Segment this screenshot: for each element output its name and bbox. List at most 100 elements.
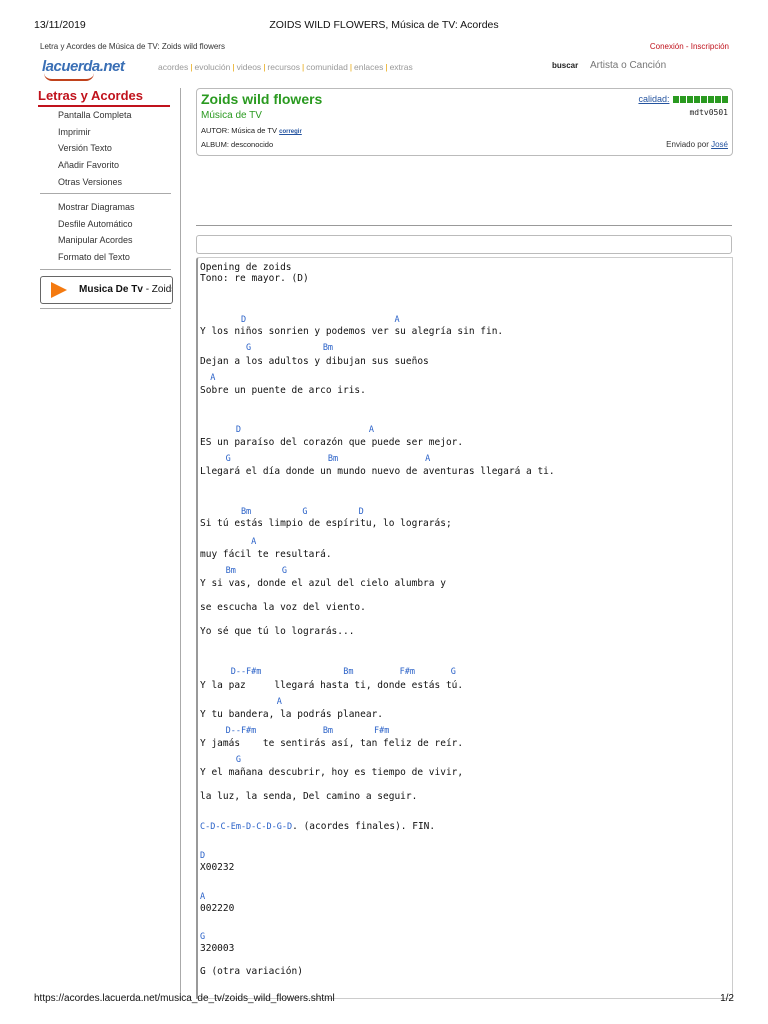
nav-separator: |: [263, 62, 266, 72]
lyric-line: Tono: re mayor. (D): [200, 273, 309, 284]
divider: [40, 308, 171, 309]
lyric-line: ES un paraíso del corazón que puede ser …: [200, 437, 464, 448]
sidebar-title: Letras y Acordes: [38, 88, 144, 103]
quality-dot: [701, 95, 707, 103]
quality-rating: calidad:: [638, 94, 728, 105]
submitted-by: Enviado por José: [666, 140, 728, 149]
lyric-line: Y el mañana descubrir, hoy es tiempo de …: [200, 767, 464, 778]
nav-2[interactable]: videos: [237, 62, 262, 72]
radio-name: Musica De Tv: [79, 284, 143, 295]
radio-player[interactable]: Musica De Tv - Zoids wild flowers: [40, 276, 173, 304]
quality-dot: [680, 95, 686, 103]
main-nav: acordes | evolución | videos | recursos | comuni…: [158, 62, 413, 72]
sidebar-item[interactable]: Versión Texto: [58, 143, 112, 153]
site-logo[interactable]: lacuerda.net: [42, 58, 125, 81]
lyric-line: Dejan a los adultos y dibujan sus sueños: [200, 356, 429, 367]
footer-url: https://acordes.lacuerda.net/musica_de_t…: [34, 993, 335, 1004]
sidebar-item[interactable]: Otras Versiones: [58, 177, 122, 187]
album-label: ALBUM:: [201, 140, 229, 149]
album-row: ALBUM: desconocido: [201, 140, 273, 149]
submitted-label: Enviado por: [666, 140, 709, 149]
divider: [196, 225, 732, 226]
corregir-link[interactable]: corregir: [279, 129, 302, 135]
divider: [40, 269, 171, 270]
search-input[interactable]: [590, 60, 710, 71]
quality-dot: [715, 95, 721, 103]
sidebar-item[interactable]: Mostrar Diagramas: [58, 202, 135, 212]
divider: [180, 88, 181, 1000]
lyric-line: Llegará el día donde un mundo nuevo de a…: [200, 466, 555, 477]
song-header: Zoids wild flowers Música de TV AUTOR: M…: [196, 88, 733, 156]
chord-line: D A: [200, 315, 400, 325]
search-label: buscar: [552, 61, 579, 70]
lyric-text: . (acordes finales). FIN.: [292, 821, 436, 832]
lyric-line: Y si vas, donde el azul del cielo alumbr…: [200, 578, 446, 589]
quality-dot: [687, 95, 693, 103]
lyric-line: Y tu bandera, la podrás planear.: [200, 709, 384, 720]
song-code: mdtv0501: [689, 108, 728, 117]
chord-line: D A: [200, 425, 374, 435]
chord-line: G: [200, 932, 206, 942]
autor-row: AUTOR: Música de TV corregir: [201, 126, 302, 135]
login-link[interactable]: Conexión - Inscripción: [650, 42, 729, 51]
nav-separator: |: [190, 62, 193, 72]
artist-link[interactable]: Música de TV: [201, 110, 262, 121]
chord-line: Bm G D: [200, 507, 364, 517]
sidebar-item[interactable]: Desfile Automático: [58, 219, 133, 229]
sidebar-item[interactable]: Imprimir: [58, 127, 91, 137]
nav-0[interactable]: acordes: [158, 62, 188, 72]
sidebar-item[interactable]: Manipular Acordes: [58, 235, 133, 245]
lyric-line: X00232: [200, 862, 235, 873]
quality-dot: [708, 95, 714, 103]
play-icon[interactable]: [51, 282, 67, 298]
lyric-line: Y la paz llegará hasta ti, donde estás t…: [200, 680, 464, 691]
divider: [40, 193, 171, 194]
nav-5[interactable]: enlaces: [354, 62, 383, 72]
quality-dot: [722, 95, 728, 103]
chord-line: A: [200, 537, 257, 547]
user-link[interactable]: José: [711, 140, 728, 149]
sidebar-item[interactable]: Pantalla Completa: [58, 110, 132, 120]
chord-line: A: [200, 697, 282, 707]
final-chords-line: C-D-C-Em-D-C-D-G-D. (acordes finales). F…: [200, 821, 435, 833]
divider: [38, 105, 170, 107]
chord-line: D--F#m Bm F#m: [200, 726, 390, 736]
chord-sequence: C-D-C-Em-D-C-D-G-D: [200, 822, 293, 832]
chord-line: G: [200, 755, 241, 765]
lyric-line: Sobre un puente de arco iris.: [200, 385, 366, 396]
lyric-line: Y jamás te sentirás así, tan feliz de re…: [200, 738, 464, 749]
autor-value: Música de TV: [231, 126, 278, 135]
nav-1[interactable]: evolución: [194, 62, 230, 72]
print-title: ZOIDS WILD FLOWERS, Música de TV: Acorde…: [269, 19, 499, 31]
chord-line: A: [200, 892, 206, 902]
song-title: Zoids wild flowers: [201, 91, 323, 107]
chord-line: A: [200, 373, 216, 383]
nav-3[interactable]: recursos: [267, 62, 300, 72]
lyric-line: G (otra variación): [200, 966, 303, 977]
radio-song: - Zoids wild flowers: [145, 284, 172, 295]
autor-label: AUTOR:: [201, 126, 230, 135]
nav-separator: |: [302, 62, 305, 72]
chord-line: G Bm A: [200, 454, 431, 464]
nav-separator: |: [349, 62, 353, 72]
nav-separator: |: [385, 62, 388, 72]
lyric-line: Yo sé que tú lo lograrás...: [200, 626, 355, 637]
chord-line: D--F#m Bm F#m G: [200, 667, 456, 677]
chord-line: Bm G: [200, 566, 287, 576]
empty-panel: [196, 235, 732, 254]
breadcrumb: Letra y Acordes de Música de TV: Zoids w…: [40, 42, 225, 51]
lyric-line: 002220: [200, 903, 235, 914]
chord-line: G Bm: [200, 343, 334, 353]
sidebar-item[interactable]: Añadir Favorito: [58, 160, 119, 170]
lyric-line: se escucha la voz del viento.: [200, 602, 366, 613]
sidebar-item[interactable]: Formato del Texto: [58, 252, 130, 262]
lyric-line: muy fácil te resultará.: [200, 549, 332, 560]
lyric-line: la luz, la senda, Del camino a seguir.: [200, 791, 418, 802]
nav-4[interactable]: comunidad: [306, 62, 348, 72]
quality-dot: [694, 95, 700, 103]
album-value: desconocido: [231, 140, 274, 149]
nav-6[interactable]: extras: [390, 62, 413, 72]
quality-link[interactable]: calidad:: [638, 94, 669, 104]
quality-dots: [672, 95, 728, 105]
chord-line: D: [200, 851, 206, 861]
